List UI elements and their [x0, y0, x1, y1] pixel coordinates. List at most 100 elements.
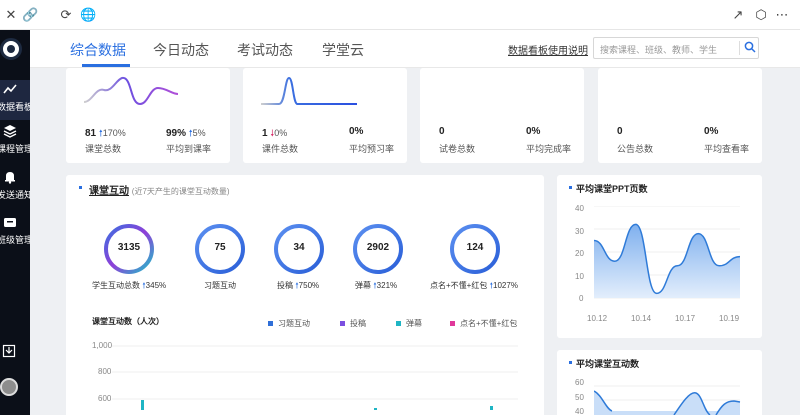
stat-value: 0 [439, 126, 445, 137]
ring-value: 3135 [117, 242, 141, 253]
ring-total: 3135 [103, 223, 155, 275]
ring-value: 124 [466, 242, 484, 253]
export-icon[interactable] [2, 344, 16, 358]
bell-icon [3, 170, 17, 184]
x-tick: 10.19 [719, 314, 740, 323]
stat-card-courseware: 1 🠗0% 课件总数 0% 平均预习率 [243, 68, 407, 163]
divider [739, 41, 740, 55]
y-tick: 800 [98, 367, 112, 376]
bar [141, 400, 144, 410]
stat-label: 试卷总数 [439, 144, 476, 154]
stat-label: 平均查看率 [704, 144, 750, 154]
avg-interaction-title: 平均课堂互动数 [576, 359, 640, 369]
logo[interactable] [0, 38, 22, 60]
sidebar-item-label: 发送通知 [0, 190, 30, 200]
stat-value: 0% [349, 126, 364, 137]
layers-icon [3, 124, 17, 138]
stat-label: 平均完成率 [526, 144, 572, 154]
title-marker [569, 361, 572, 364]
sparkline [438, 109, 536, 111]
y-tick: 40 [575, 407, 584, 415]
y-tick: 30 [575, 227, 584, 236]
ring-danmu: 2902 [352, 223, 404, 275]
ppt-chart-title: 平均课堂PPT页数 [576, 184, 648, 194]
bar [490, 406, 493, 410]
stat-value: 0% [526, 126, 541, 137]
stat-value: 0% [704, 126, 719, 137]
sidebar-item-dashboard[interactable]: 数据看板 [0, 80, 30, 120]
globe-icon[interactable]: 🌐 [80, 7, 96, 23]
search-input[interactable]: 搜索课程、班级、教师、学生 [593, 37, 759, 59]
ring-submission: 34 [273, 223, 325, 275]
close-icon[interactable]: ✕ [3, 7, 19, 23]
link-icon[interactable]: 🔗 [22, 7, 38, 23]
ring-label: 弹幕 🠕321% [355, 281, 398, 290]
tab-xuetangyun[interactable]: 学堂云 [322, 40, 364, 60]
stat-value: 99% 🠕5% [166, 128, 206, 139]
stat-label: 课件总数 [262, 144, 299, 154]
y-tick: 1,000 [92, 341, 113, 350]
avg-interaction-chart [594, 385, 741, 415]
sparkline [83, 77, 179, 106]
active-tab-indicator [82, 64, 130, 67]
x-tick: 10.12 [587, 314, 608, 323]
help-link[interactable]: 数据看板使用说明 [508, 42, 588, 57]
stat-value: 1 🠗0% [262, 128, 288, 139]
x-tick: 10.17 [675, 314, 696, 323]
y-tick: 10 [575, 272, 584, 281]
chart-icon [3, 82, 17, 96]
sparkline [616, 109, 714, 111]
stat-label: 平均到课率 [166, 144, 212, 154]
ring-label: 点名+不懂+红包 🠕1027% [430, 281, 518, 290]
title-marker [569, 186, 572, 189]
sidebar-item-notify[interactable]: 发送通知 [0, 168, 30, 208]
y-tick: 40 [575, 204, 584, 213]
inbox-icon [3, 215, 17, 229]
sidebar-item-label: 课程管理 [0, 144, 30, 154]
sidebar-item-label: 数据看板 [0, 102, 30, 112]
sidebar-item-courses[interactable]: 课程管理 [0, 122, 30, 162]
ring-callname: 124 [449, 223, 501, 275]
bar [374, 408, 377, 410]
cube-icon[interactable]: ⬡ [753, 7, 769, 23]
count-chart-title: 课堂互动数（人次） [92, 317, 164, 326]
stat-card-notices: 0 公告总数 0% 平均查看率 [598, 68, 762, 163]
stat-card-exams: 0 试卷总数 0% 平均完成率 [420, 68, 584, 163]
browser-toolbar: ✕ 🔗 ⟳ 🌐 ↗ ⬡ ⋯ [0, 0, 800, 30]
tab-today[interactable]: 今日动态 [153, 40, 209, 60]
sidebar-item-label: 班级管理 [0, 235, 30, 245]
search-icon[interactable] [744, 41, 758, 55]
legend-item: 投稿 [340, 318, 366, 329]
y-tick: 20 [575, 249, 584, 258]
ring-label: 习题互动 [204, 281, 236, 290]
count-chart-grid [112, 345, 518, 410]
stat-card-classes: 81 🠕170% 课堂总数 99% 🠕5% 平均到课率 [66, 68, 230, 163]
search-placeholder: 搜索课程、班级、教师、学生 [600, 45, 718, 55]
tab-exams[interactable]: 考试动态 [237, 40, 293, 60]
ppt-area-chart [594, 206, 741, 299]
x-tick: 10.14 [631, 314, 652, 323]
ring-label: 投稿 🠕750% [277, 281, 320, 290]
ring-label: 学生互动总数 🠕345% [92, 281, 167, 290]
panel-title: 课堂互动 (近7天产生的课堂互动数量) [89, 186, 230, 197]
avatar[interactable] [0, 378, 18, 396]
sidebar-item-classes[interactable]: 班级管理 [0, 213, 30, 253]
legend-item: 弹幕 [396, 318, 422, 329]
legend-item: 习题互动 [268, 318, 310, 329]
tab-overview[interactable]: 综合数据 [70, 40, 126, 60]
ring-value: 34 [293, 242, 305, 253]
refresh-icon[interactable]: ⟳ [58, 7, 74, 23]
stat-label: 公告总数 [617, 144, 654, 154]
stat-label: 课堂总数 [85, 144, 122, 154]
y-tick: 600 [98, 394, 112, 403]
share-icon[interactable]: ↗ [730, 7, 746, 23]
y-tick: 60 [575, 378, 584, 387]
stat-value: 0 [617, 126, 623, 137]
ring-exercise: 75 [194, 223, 246, 275]
more-icon[interactable]: ⋯ [774, 7, 790, 23]
stat-value: 81 🠕170% [85, 128, 126, 139]
title-marker [79, 186, 82, 189]
legend-item: 点名+不懂+红包 [450, 318, 517, 329]
sparkline [260, 76, 357, 106]
y-tick: 50 [575, 393, 584, 402]
